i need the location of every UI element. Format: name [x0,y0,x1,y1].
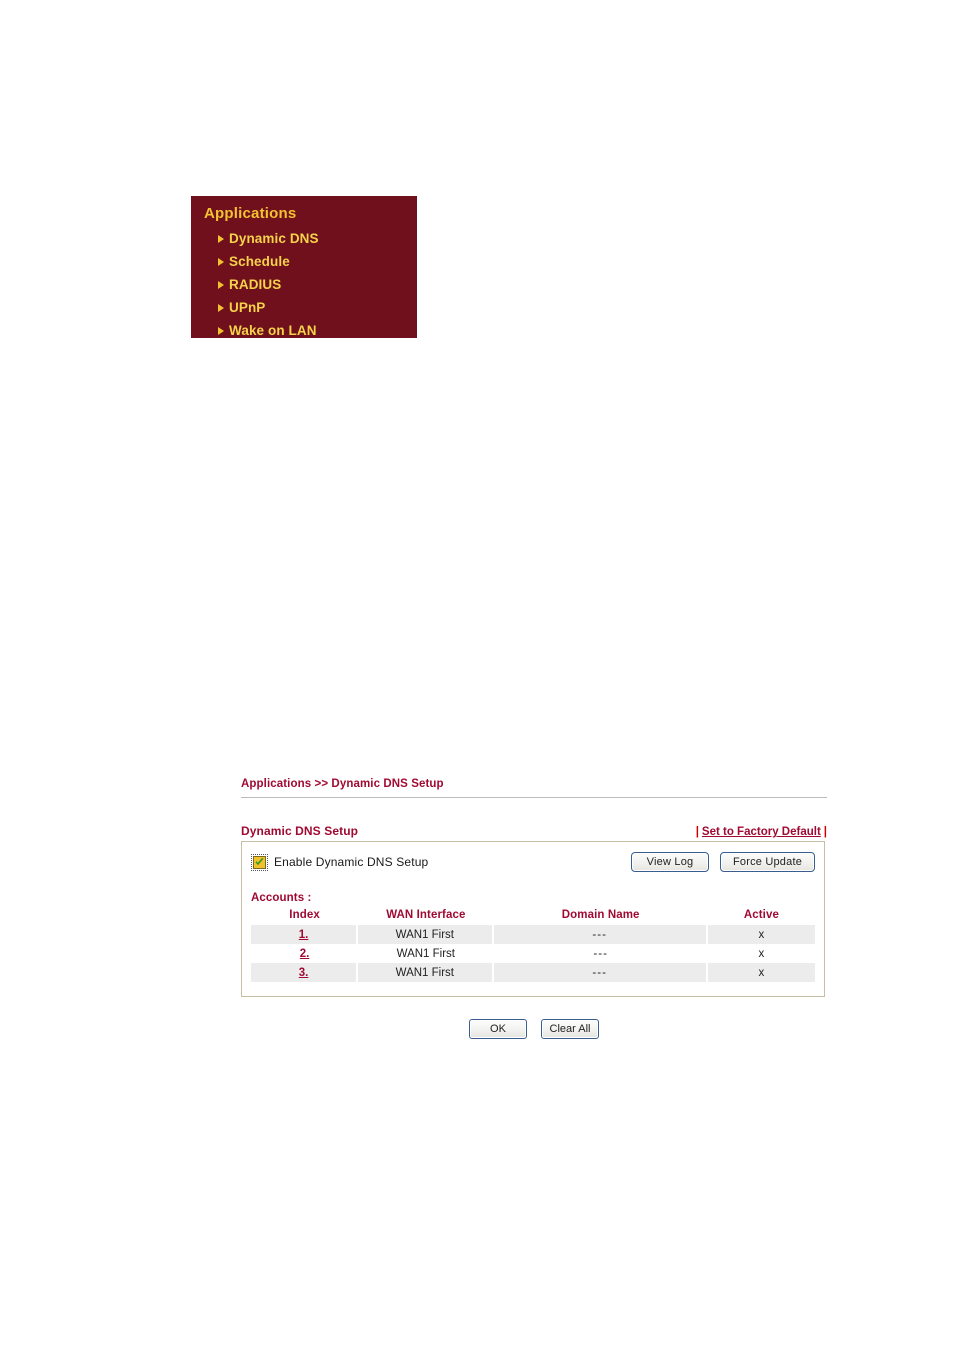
table-row: 3. WAN1 First --- x [251,963,815,982]
sidebar-item-dynamic-dns[interactable]: Dynamic DNS [191,227,417,250]
account-domain-name-cell: --- [493,925,708,944]
account-active-cell: x [707,944,815,963]
breadcrumb-divider [241,797,827,798]
force-update-button[interactable]: Force Update [720,852,815,872]
account-index-cell: 1. [251,925,359,944]
separator-bar-left: | [695,826,699,838]
applications-menu: Applications Dynamic DNS Schedule RADIUS… [191,196,417,338]
sidebar-item-upnp[interactable]: UPnP [191,296,417,319]
triangle-right-icon [218,326,224,335]
checkbox-focus-ring [251,853,268,871]
page-title: Dynamic DNS Setup [241,824,359,838]
breadcrumb: Applications >> Dynamic DNS Setup [241,778,444,790]
separator-bar-right: | [823,826,827,838]
sidebar-item-label: Dynamic DNS [229,231,319,246]
sidebar-item-label: Wake on LAN [229,323,317,338]
account-wan-interface-cell: WAN1 First [358,944,494,963]
account-domain-name-cell: --- [493,944,708,963]
checkbox-checked-icon[interactable] [253,855,266,869]
account-index-link[interactable]: 1. [299,929,309,941]
menu-title: Applications [204,205,297,222]
sidebar-item-wake-on-lan[interactable]: Wake on LAN [191,319,417,342]
triangle-right-icon [218,257,224,266]
ok-button[interactable]: OK [469,1019,527,1039]
account-index-link[interactable]: 2. [300,948,310,960]
form-actions: OK Clear All [241,1019,827,1039]
section-header: Dynamic DNS Setup | Set to Factory Defaul… [241,824,827,841]
sidebar-item-label: RADIUS [229,277,282,292]
triangle-right-icon [218,234,224,243]
account-active-cell: x [707,963,815,982]
account-index-link[interactable]: 3. [299,967,309,979]
view-log-button[interactable]: View Log [631,852,709,872]
sidebar-item-label: Schedule [229,254,290,269]
factory-default-row: | Set to Factory Default | [696,826,827,838]
dynamic-dns-panel: Enable Dynamic DNS Setup View Log Force … [241,841,825,997]
triangle-right-icon [218,280,224,289]
account-wan-interface-cell: WAN1 First [358,963,494,982]
accounts-label: Accounts : [251,892,312,904]
triangle-right-icon [218,303,224,312]
panel-toolbar: View Log Force Update [631,852,815,872]
set-to-factory-default-link[interactable]: Set to Factory Default [702,826,821,838]
account-wan-interface-cell: WAN1 First [358,925,494,944]
enable-checkbox-group[interactable]: Enable Dynamic DNS Setup [251,853,429,871]
account-domain-name-cell: --- [493,963,708,982]
clear-all-button[interactable]: Clear All [541,1019,599,1039]
main-content: Applications >> Dynamic DNS Setup Dynami… [241,777,827,1039]
account-index-cell: 2. [251,944,359,963]
column-header-active: Active [743,909,779,921]
table-row: 2. WAN1 First --- x [251,944,815,963]
enable-dynamic-dns-label: Enable Dynamic DNS Setup [274,855,429,869]
table-row: 1. WAN1 First --- x [251,925,815,944]
column-header-index: Index [289,909,320,921]
sidebar-item-radius[interactable]: RADIUS [191,273,417,296]
enable-row: Enable Dynamic DNS Setup View Log Force … [251,850,815,874]
account-active-cell: x [707,925,815,944]
sidebar-item-schedule[interactable]: Schedule [191,250,417,273]
accounts-table: Index WAN Interface Domain Name Active 1… [251,908,815,982]
account-index-cell: 3. [251,963,359,982]
sidebar-item-label: UPnP [229,300,266,315]
table-header-row: Index WAN Interface Domain Name Active [251,908,815,925]
column-header-domain-name: Domain Name [561,909,640,921]
column-header-wan-interface: WAN Interface [386,909,466,921]
